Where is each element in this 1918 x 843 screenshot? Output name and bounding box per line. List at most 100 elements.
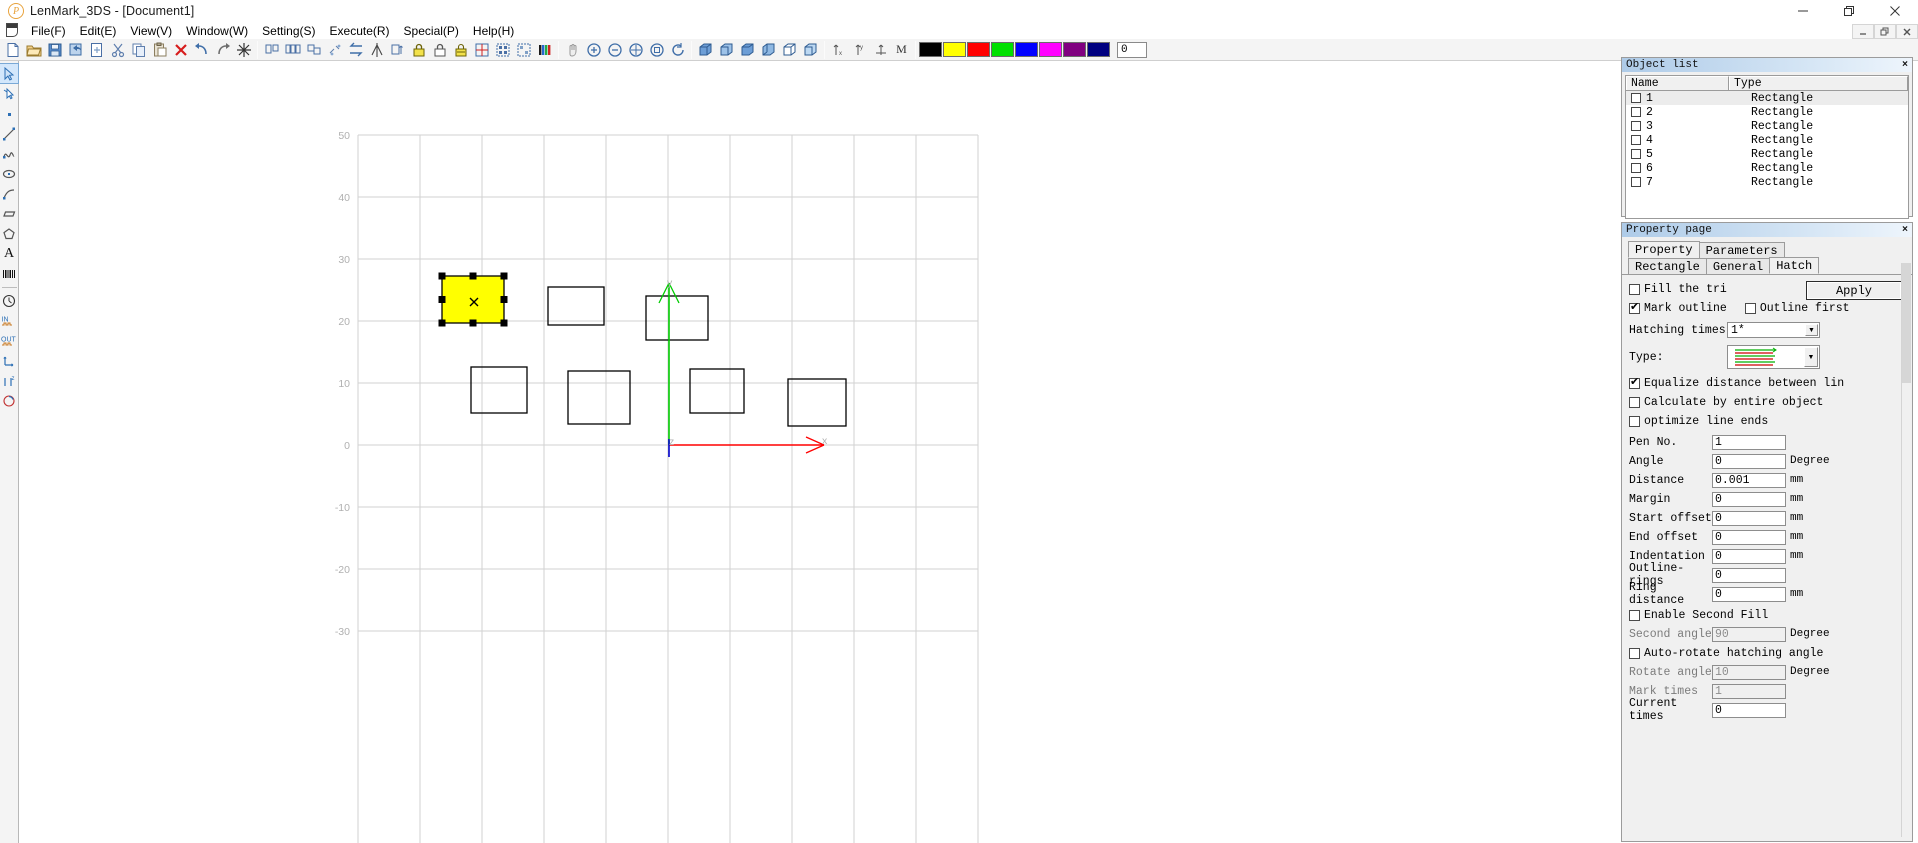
margin-input[interactable]: 0 [1712,491,1786,507]
measure-y-icon[interactable]: y [849,40,870,60]
color-bars-icon[interactable] [534,40,555,60]
array-grid-icon[interactable] [513,40,534,60]
palette-swatch-black[interactable] [919,42,942,57]
table-row[interactable]: 7 Rectangle [1626,175,1908,189]
column-header-type[interactable]: Type [1729,76,1908,90]
menu-help[interactable]: Help(H) [466,22,521,39]
palette-swatch-purple[interactable] [1063,42,1086,57]
node-edit-icon[interactable] [0,84,18,103]
undo-icon[interactable] [191,40,212,60]
menu-setting[interactable]: Setting(S) [255,22,322,39]
row-checkbox[interactable] [1631,149,1641,159]
menu-file[interactable]: File(F) [24,22,73,39]
open-folder-icon[interactable] [23,40,44,60]
column-header-name[interactable]: Name [1626,76,1729,90]
measure-x-icon[interactable]: x [828,40,849,60]
menu-edit[interactable]: Edit(E) [73,22,124,39]
outline-first-checkbox[interactable] [1744,302,1756,314]
group-lock-icon[interactable] [450,40,471,60]
view-iso-icon[interactable] [695,40,716,60]
arc-icon[interactable] [0,184,18,203]
current-times-input[interactable]: 0 [1712,702,1786,718]
mark-outline-checkbox[interactable] [1629,301,1640,314]
table-row[interactable]: 5 Rectangle [1626,147,1908,161]
delete-icon[interactable] [170,40,191,60]
object-list-body[interactable]: 1 Rectangle 2 Rectangle 3 Rectangle 4 Re… [1626,91,1908,218]
row-checkbox[interactable] [1631,135,1641,145]
tab-rectangle[interactable]: Rectangle [1628,258,1707,274]
row-checkbox[interactable] [1631,93,1641,103]
table-row[interactable]: 3 Rectangle [1626,119,1908,133]
view-front-icon[interactable] [716,40,737,60]
object-list-close-icon[interactable]: × [1902,60,1908,71]
second-angle-input[interactable]: 90 [1712,626,1786,642]
distance-input[interactable]: 0.001 [1712,472,1786,488]
canvas-rect-5[interactable] [567,370,631,425]
new-file-icon[interactable] [2,40,23,60]
row-checkbox[interactable] [1631,107,1641,117]
timer-icon[interactable] [0,291,18,310]
palette-swatch-magenta[interactable] [1039,42,1062,57]
redo-icon[interactable] [212,40,233,60]
rotate-angle-input[interactable]: 10 [1712,664,1786,680]
ring-distance-input[interactable]: 0 [1712,586,1786,602]
table-row[interactable]: 6 Rectangle [1626,161,1908,175]
polygon-icon[interactable] [0,224,18,243]
row-checkbox[interactable] [1631,163,1641,173]
align-bottom-icon[interactable] [303,40,324,60]
end-offset-input[interactable]: 0 [1712,529,1786,545]
minimize-button[interactable] [1780,0,1826,22]
canvas-rect-3[interactable] [645,295,709,341]
calculate-entire-object-checkbox[interactable] [1629,396,1640,408]
outline-rings-input[interactable]: 0 [1712,567,1786,583]
mdi-minimize-button[interactable] [1852,24,1874,39]
zoom-fit-icon[interactable] [625,40,646,60]
copy-icon[interactable] [128,40,149,60]
pen-number-input[interactable]: 0 [1117,41,1147,58]
text-icon[interactable]: A [0,244,18,263]
canvas-rect-2[interactable] [547,286,605,326]
barcode-icon[interactable] [0,264,18,283]
canvas-rect-6[interactable] [689,368,745,414]
unlock-icon[interactable] [429,40,450,60]
mdi-restore-button[interactable] [1874,24,1896,39]
zoom-in-icon[interactable] [583,40,604,60]
rotate-axis-icon[interactable] [0,391,18,410]
canvas-rect-4[interactable] [470,366,528,414]
close-button[interactable] [1872,0,1918,22]
rotate-view-icon[interactable] [667,40,688,60]
mark-m-icon[interactable]: M [891,40,912,60]
angle-input[interactable]: 0 [1712,453,1786,469]
chevron-down-icon[interactable]: ▼ [1805,324,1818,336]
point-icon[interactable] [0,104,18,123]
enable-second-fill-checkbox[interactable] [1629,609,1640,621]
menu-window[interactable]: Window(W) [179,22,255,39]
zoom-window-icon[interactable] [646,40,667,60]
center-origin-icon[interactable] [471,40,492,60]
palette-swatch-blue[interactable] [1015,42,1038,57]
tab-parameters[interactable]: Parameters [1698,242,1785,258]
chevron-down-icon[interactable]: ▼ [1804,347,1818,367]
auto-rotate-checkbox[interactable] [1629,647,1640,659]
zoom-out-icon[interactable] [604,40,625,60]
line-icon[interactable] [0,124,18,143]
hatching-times-combo[interactable]: 1* ▼ [1727,322,1820,338]
rectangle-icon[interactable] [0,204,18,223]
row-checkbox[interactable] [1631,121,1641,131]
property-page-scrollbar[interactable] [1901,263,1911,837]
apply-button[interactable]: Apply [1805,280,1903,301]
property-page-close-icon[interactable]: × [1902,225,1908,236]
scrollbar-thumb[interactable] [1902,263,1911,383]
menu-special[interactable]: Special(P) [397,22,466,39]
mark-times-input[interactable]: 1 [1712,683,1786,699]
array-copy-icon[interactable] [492,40,513,60]
indentation-input[interactable]: 0 [1712,548,1786,564]
flip-horizontal-icon[interactable] [345,40,366,60]
optimize-line-ends-checkbox[interactable] [1629,415,1640,427]
canvas-svg[interactable]: 50 40 30 20 10 0 -10 -20 -30 y x z [19,61,1620,843]
palette-swatch-green[interactable] [991,42,1014,57]
lock-icon[interactable] [408,40,429,60]
palette-swatch-red[interactable] [967,42,990,57]
curve-icon[interactable] [0,144,18,163]
view-left-icon[interactable] [758,40,779,60]
